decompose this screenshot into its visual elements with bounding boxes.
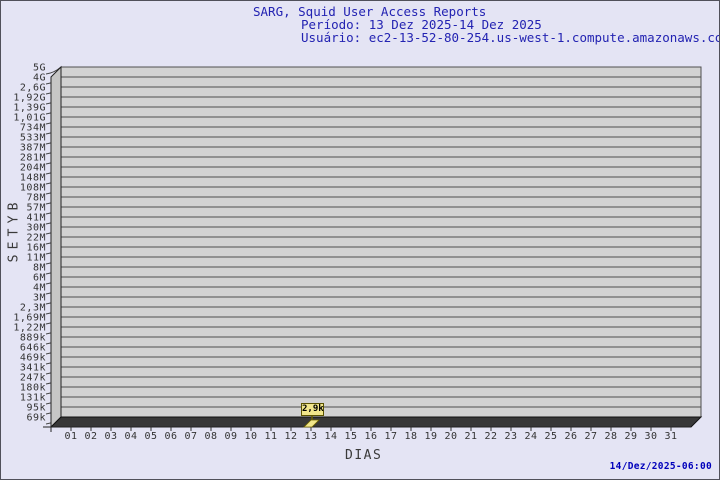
- x-tick-label: 06: [164, 431, 177, 442]
- y-axis-title: BYTES: [6, 200, 22, 265]
- x-tick-label: 29: [624, 431, 637, 442]
- x-tick-label: 13: [304, 431, 317, 442]
- x-tick-label: 21: [464, 431, 477, 442]
- y-axis-title-letter: S: [6, 254, 22, 263]
- x-tick-label: 24: [524, 431, 537, 442]
- chart-plot-area: 5G4G2,6G1,92G1,39G1,01G734M533M387M281M2…: [13, 63, 703, 442]
- x-tick-label: 28: [604, 431, 617, 442]
- y-tick-label: 69k: [26, 413, 46, 424]
- x-tick-label: 31: [664, 431, 677, 442]
- x-tick-label: 05: [144, 431, 157, 442]
- x-tick-label: 03: [104, 431, 117, 442]
- x-tick-label: 04: [124, 431, 137, 442]
- x-tick-label: 17: [384, 431, 397, 442]
- plot-side-face: [50, 65, 62, 429]
- x-tick-label: 09: [224, 431, 237, 442]
- render-timestamp: 14/Dez/2025-06:00: [609, 461, 712, 472]
- x-tick-label: 10: [244, 431, 257, 442]
- x-tick-label: 22: [484, 431, 497, 442]
- x-tick-label: 02: [84, 431, 97, 442]
- x-tick-label: 19: [424, 431, 437, 442]
- plot-back-wall: [60, 66, 702, 418]
- x-tick-label: 01: [64, 431, 77, 442]
- x-tick-label: 16: [364, 431, 377, 442]
- x-tick-label: 25: [544, 431, 557, 442]
- x-tick-label: 26: [564, 431, 577, 442]
- x-tick-label: 30: [644, 431, 657, 442]
- plot-bottom-face: [49, 416, 703, 428]
- bar-value-callout: 2,9k: [301, 403, 324, 416]
- x-tick-label: 14: [324, 431, 337, 442]
- x-tick-label: 08: [204, 431, 217, 442]
- x-tick-label: 15: [344, 431, 357, 442]
- x-tick-label: 20: [444, 431, 457, 442]
- x-axis-title: DIAS: [345, 448, 383, 463]
- x-tick-label: 12: [284, 431, 297, 442]
- x-tick-label: 23: [504, 431, 517, 442]
- x-tick-label: 11: [264, 431, 277, 442]
- x-tick-label: 18: [404, 431, 417, 442]
- sarg-report-image: SARG, Squid User Access Reports Período:…: [0, 0, 720, 480]
- x-tick-label: 07: [184, 431, 197, 442]
- x-tick-label: 27: [584, 431, 597, 442]
